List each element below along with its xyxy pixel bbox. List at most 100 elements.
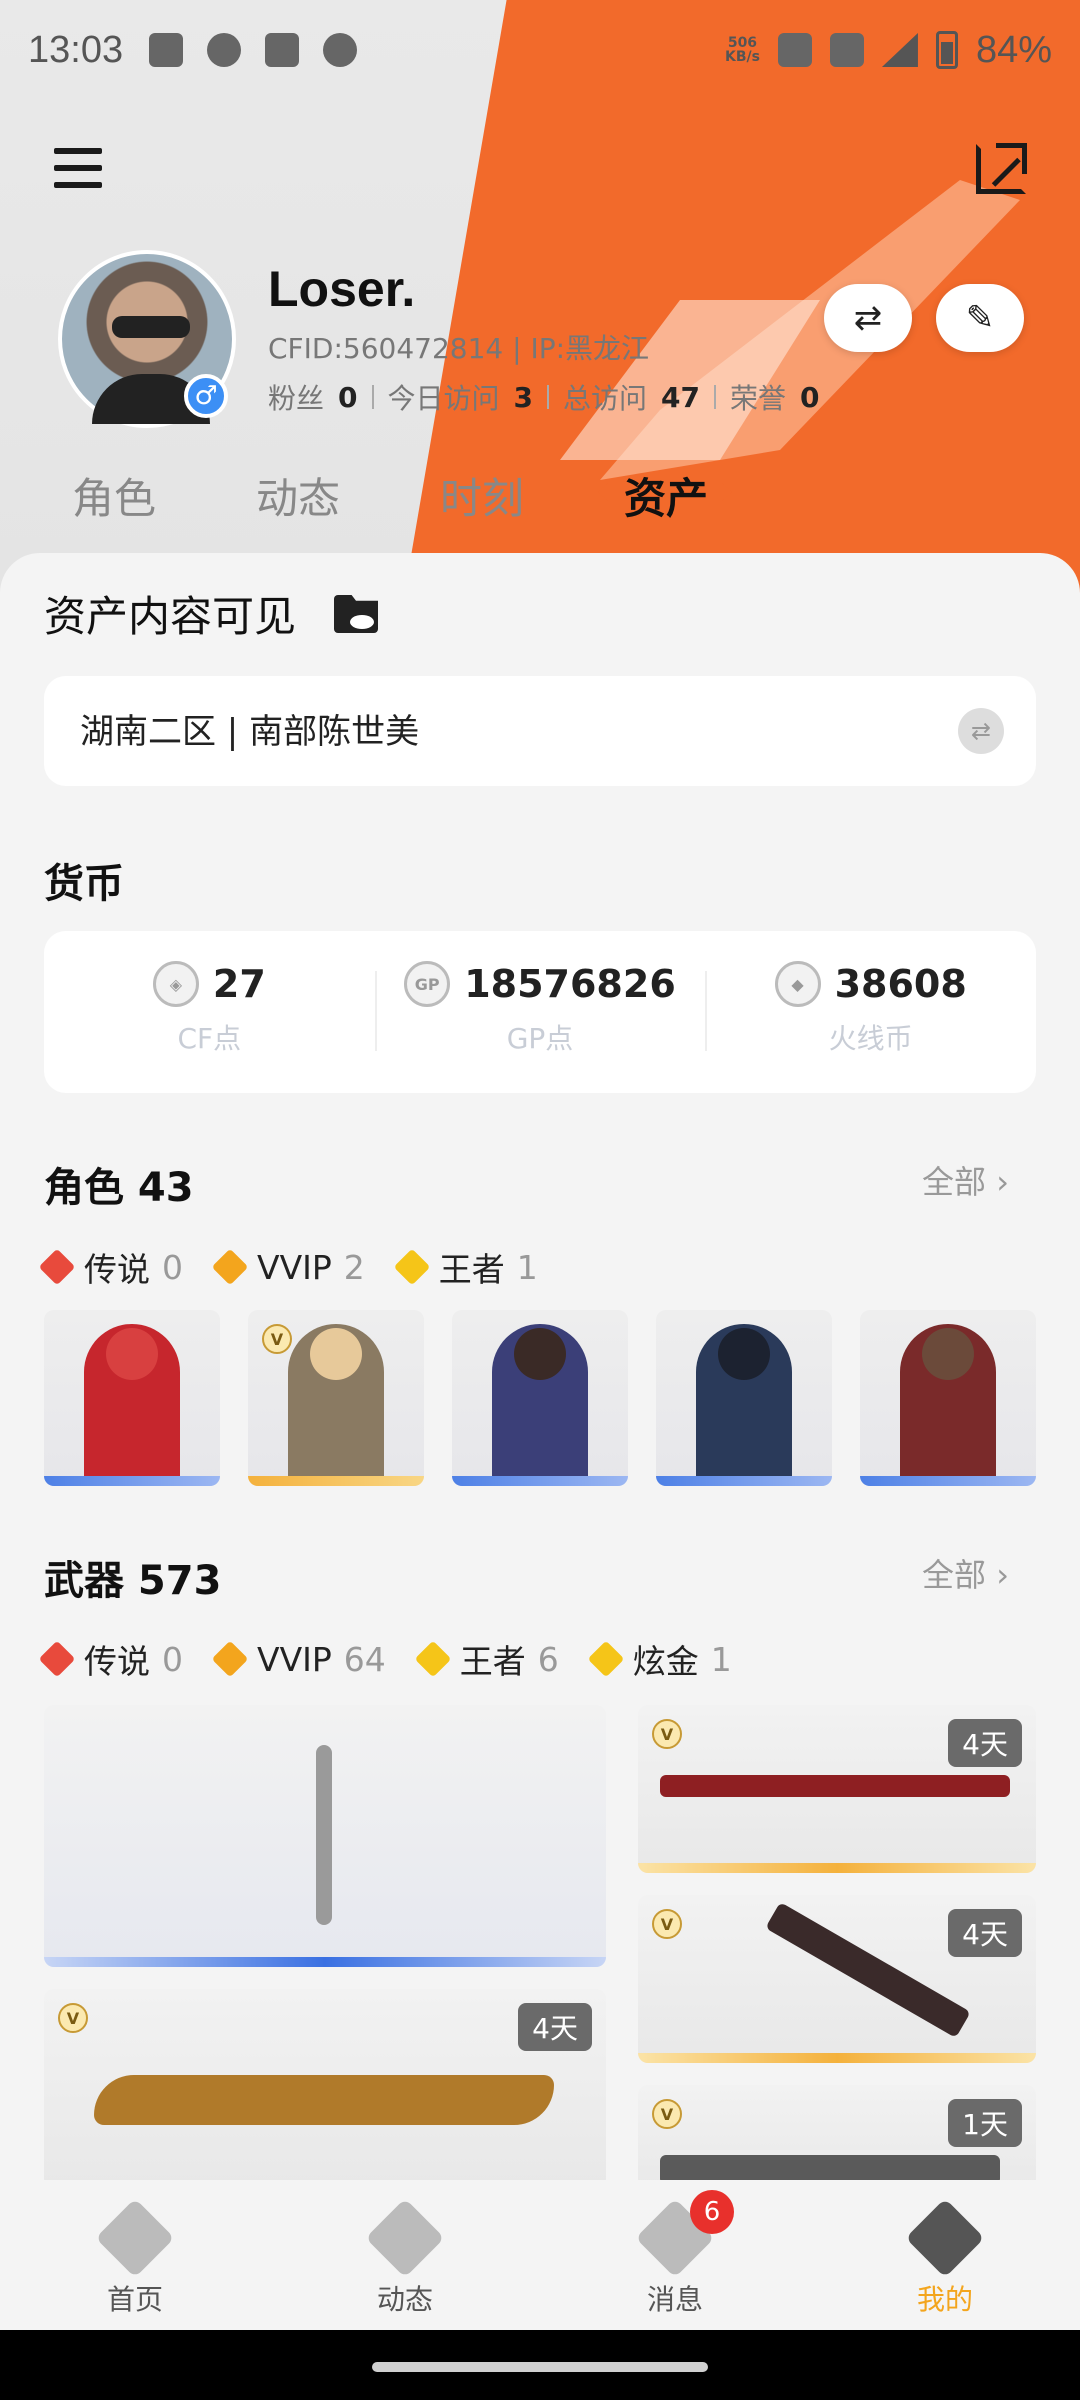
rarity-gold[interactable]: 炫金 1 xyxy=(587,1635,732,1683)
wifi-icon xyxy=(829,33,864,67)
rarity-king[interactable]: 王者 6 xyxy=(414,1635,559,1683)
nav-profile[interactable]: 我的 xyxy=(810,2180,1080,2330)
currency-gp: GP 18576826 GP点 xyxy=(374,931,706,1093)
stat-value: 0 xyxy=(800,380,820,414)
signal-icon xyxy=(881,33,918,67)
weapon-card[interactable]: V 4天 xyxy=(638,1705,1036,1873)
vip-badge-icon: V xyxy=(58,2003,88,2033)
wechat-icon xyxy=(207,33,242,67)
rarity-vvip[interactable]: VVIP 64 xyxy=(211,1640,386,1679)
currency-cf: ◈ 27 CF点 xyxy=(44,931,375,1093)
stat-value: 47 xyxy=(661,380,700,414)
gp-icon: GP xyxy=(404,961,451,1007)
edit-profile-button[interactable]: ✎ xyxy=(936,284,1024,352)
rarity-legend[interactable]: 传说 0 xyxy=(38,1635,183,1683)
swap-icon[interactable]: ⇄ xyxy=(958,708,1004,754)
role-card[interactable] xyxy=(44,1310,220,1486)
rarity-vvip[interactable]: VVIP 2 xyxy=(211,1248,365,1287)
cf-icon: ◈ xyxy=(152,961,199,1007)
profile-icon xyxy=(905,2198,985,2278)
share-icon[interactable] xyxy=(976,143,1027,194)
duration-tag: 4天 xyxy=(948,1719,1022,1767)
duration-tag: 4天 xyxy=(948,1909,1022,1957)
tab-indicator-left-icon xyxy=(598,483,608,501)
rarity-legend[interactable]: 传说 0 xyxy=(38,1243,183,1291)
weapon-card[interactable]: V 1天 xyxy=(638,2085,1036,2183)
home-icon xyxy=(95,2198,175,2278)
king-icon xyxy=(393,1248,431,1286)
currency-card: ◈ 27 CF点 GP 18576826 GP点 ◆ 38608 火线币 xyxy=(44,931,1036,1093)
role-card[interactable] xyxy=(452,1310,628,1486)
user-name: Loser. xyxy=(268,261,416,317)
roles-rarity-filters: 传说 0 VVIP 2 王者 1 xyxy=(38,1243,572,1291)
knife-image xyxy=(94,2075,554,2125)
role-card[interactable] xyxy=(860,1310,1036,1486)
role-card[interactable] xyxy=(656,1310,832,1486)
weapon-card-featured[interactable] xyxy=(44,1705,606,1967)
stat-label: 荣誉 xyxy=(729,382,786,415)
battery-percent: 84% xyxy=(975,28,1052,71)
tab-roles[interactable]: 角色 xyxy=(72,465,156,526)
switch-account-button[interactable]: ⇄ xyxy=(824,284,912,352)
menu-icon[interactable] xyxy=(54,148,102,188)
currency-label: GP点 xyxy=(506,1022,574,1055)
vip-badge-icon: V xyxy=(652,1719,682,1749)
chevron-right-icon: › xyxy=(996,1163,1009,1201)
roles-title: 角色 43 xyxy=(44,1165,194,1211)
phone-icon xyxy=(265,33,300,67)
weapons-more-link[interactable]: 全部 › xyxy=(922,1550,1009,1596)
stat-label: 今日访问 xyxy=(387,382,500,415)
hd-icon xyxy=(777,33,812,67)
stat-value: 3 xyxy=(513,380,533,414)
roles-more-link[interactable]: 全部 › xyxy=(922,1157,1009,1203)
network-speed: 506 KB/s xyxy=(724,35,760,65)
message-count-badge: 6 xyxy=(690,2190,734,2234)
weapon-card[interactable]: V 4天 xyxy=(638,1895,1036,2063)
vip-badge-icon: V xyxy=(652,1909,682,1939)
system-indicators: 506 KB/s 84% xyxy=(725,29,1052,72)
home-indicator[interactable] xyxy=(372,2362,708,2372)
tab-assets[interactable]: 资产 xyxy=(624,465,708,526)
role-list: V xyxy=(44,1310,1036,1486)
bottom-nav: 首页 动态 消息 我的 6 xyxy=(0,2180,1080,2330)
visibility-title: 资产内容可见 xyxy=(44,592,297,641)
duration-tag: 4天 xyxy=(518,2003,592,2051)
rarity-king[interactable]: 王者 1 xyxy=(393,1243,538,1291)
link-icon xyxy=(323,33,358,67)
currency-value: 27 xyxy=(212,962,266,1006)
currency-value: 18576826 xyxy=(464,962,676,1006)
assets-panel: 资产内容可见 湖南二区 | 南部陈世美 ⇄ 货币 ◈ 27 CF点 GP 185… xyxy=(0,553,1080,2183)
currency-firecoin: ◆ 38608 火线币 xyxy=(705,931,1036,1093)
sniper-image xyxy=(660,1775,1010,1797)
legend-icon xyxy=(38,1640,76,1678)
duration-tag: 1天 xyxy=(948,2099,1022,2147)
role-card[interactable]: V xyxy=(248,1310,424,1486)
profile-tabs: 角色 动态 时刻 资产 xyxy=(0,465,1080,535)
server-selector[interactable]: 湖南二区 | 南部陈世美 ⇄ xyxy=(44,676,1036,786)
tab-moments[interactable]: 时刻 xyxy=(440,465,524,526)
swap-icon: ⇄ xyxy=(853,298,883,338)
notification-icons xyxy=(149,33,358,67)
pistol-image xyxy=(765,1902,971,2038)
nav-messages[interactable]: 消息 xyxy=(540,2180,810,2330)
gold-icon xyxy=(587,1640,625,1678)
stat-value: 0 xyxy=(338,380,358,414)
chevron-right-icon: › xyxy=(996,1556,1009,1594)
server-name: 湖南二区 | 南部陈世美 xyxy=(80,712,420,752)
tab-feed[interactable]: 动态 xyxy=(256,465,340,526)
nav-feed[interactable]: 动态 xyxy=(270,2180,540,2330)
king-icon xyxy=(414,1640,452,1678)
rifle-image xyxy=(660,2155,1000,2183)
alert-icon xyxy=(149,33,184,67)
feed-icon xyxy=(365,2198,445,2278)
weapon-card[interactable]: V 4天 xyxy=(44,1989,606,2183)
battery-icon xyxy=(935,31,958,69)
nav-home[interactable]: 首页 xyxy=(0,2180,270,2330)
currency-label: CF点 xyxy=(177,1022,242,1055)
currency-value: 38608 xyxy=(834,962,967,1006)
vip-badge-icon: V xyxy=(652,2099,682,2129)
pencil-icon: ✎ xyxy=(965,298,995,338)
firecoin-icon: ◆ xyxy=(774,961,821,1007)
currency-title: 货币 xyxy=(44,861,124,907)
stat-label: 总访问 xyxy=(563,382,648,415)
